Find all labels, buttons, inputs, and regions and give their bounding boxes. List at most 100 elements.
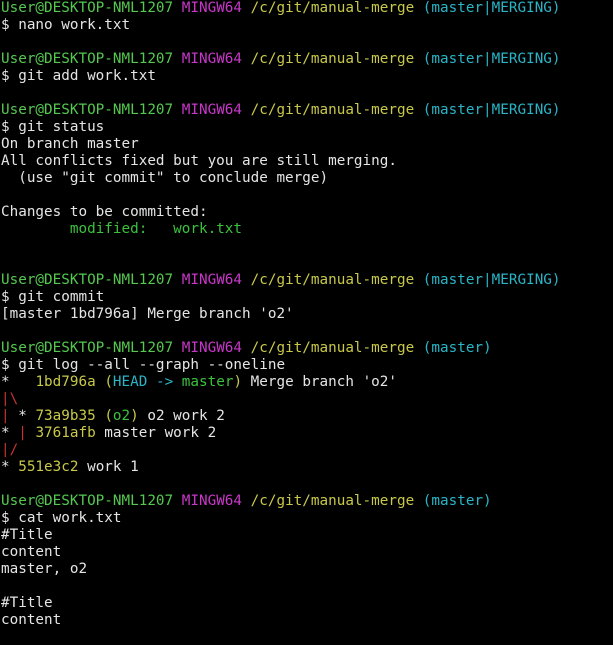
terminal-line: master, o2: [1, 561, 613, 578]
terminal-text: content: [1, 544, 62, 560]
terminal-text: Changes to be committed:: [1, 204, 208, 220]
terminal-text: work 1: [78, 459, 139, 475]
terminal-text: 3761afb: [35, 425, 96, 441]
terminal-text: $ git commit: [1, 289, 105, 305]
prompt-branch: (master): [422, 340, 492, 356]
terminal-text: 551e3c2: [18, 459, 79, 475]
terminal-text: $ git status: [1, 119, 105, 135]
prompt-branch: (master): [422, 493, 492, 509]
terminal-line: * 551e3c2 work 1: [1, 459, 613, 476]
prompt-user: User@DESKTOP-NML1207: [1, 493, 174, 509]
prompt-user: User@DESKTOP-NML1207: [1, 102, 174, 118]
terminal-line: (use "git commit" to conclude merge): [1, 170, 613, 187]
terminal-text: *: [1, 459, 19, 475]
terminal-line: User@DESKTOP-NML1207 MINGW64 /c/git/manu…: [1, 340, 613, 357]
terminal-text: Merge branch 'o2': [242, 374, 397, 390]
prompt-host: MINGW64: [181, 51, 243, 67]
terminal-text: (use "git commit" to conclude merge): [1, 170, 329, 186]
terminal-line: | * 73a9b35 (o2) o2 work 2: [1, 408, 613, 425]
prompt-branch: (master|MERGING): [422, 51, 561, 67]
terminal-text: ): [233, 374, 243, 390]
terminal-line: On branch master: [1, 136, 613, 153]
prompt-host: MINGW64: [181, 0, 243, 16]
prompt-path: /c/git/manual-merge: [250, 0, 415, 16]
terminal-text: $ git log --all --graph --oneline: [1, 357, 286, 373]
terminal-line: User@DESKTOP-NML1207 MINGW64 /c/git/manu…: [1, 102, 613, 119]
terminal-text: $ git add work.txt: [1, 68, 156, 84]
terminal-text: (: [104, 408, 113, 424]
terminal-line: |\: [1, 391, 613, 408]
terminal-line: modified: work.txt: [1, 221, 613, 238]
prompt-branch: (master|MERGING): [422, 0, 561, 16]
terminal-line: content: [1, 612, 613, 629]
terminal-text: 73a9b35: [35, 408, 96, 424]
prompt-path: /c/git/manual-merge: [250, 493, 415, 509]
terminal-line: #Title: [1, 595, 613, 612]
terminal-line: $ git status: [1, 119, 613, 136]
terminal-text: *: [1, 374, 36, 390]
terminal-text: master: [181, 374, 234, 390]
terminal-line: $ git commit: [1, 289, 613, 306]
terminal-line: User@DESKTOP-NML1207 MINGW64 /c/git/manu…: [1, 51, 613, 68]
terminal-line: content: [1, 544, 613, 561]
terminal-text: o2 work 2: [138, 408, 225, 424]
prompt-path: /c/git/manual-merge: [250, 51, 415, 67]
terminal-text: #Title: [1, 527, 53, 543]
terminal-text: *: [1, 425, 19, 441]
terminal-text: On branch master: [1, 136, 139, 152]
prompt-path: /c/git/manual-merge: [250, 102, 415, 118]
terminal-line: User@DESKTOP-NML1207 MINGW64 /c/git/manu…: [1, 0, 613, 17]
terminal-text: |: [1, 408, 10, 424]
terminal-line: |/: [1, 442, 613, 459]
prompt-user: User@DESKTOP-NML1207: [1, 272, 174, 288]
terminal-line: Changes to be committed:: [1, 204, 613, 221]
terminal-text: |/: [1, 442, 19, 458]
prompt-host: MINGW64: [181, 340, 243, 356]
terminal-line: $ cat work.txt: [1, 510, 613, 527]
terminal-line: $ nano work.txt: [1, 17, 613, 34]
prompt-path: /c/git/manual-merge: [250, 340, 415, 356]
terminal-text: ): [130, 408, 139, 424]
terminal-line: User@DESKTOP-NML1207 MINGW64 /c/git/manu…: [1, 493, 613, 510]
terminal-line: All conflicts fixed but you are still me…: [1, 153, 613, 170]
prompt-user: User@DESKTOP-NML1207: [1, 340, 174, 356]
terminal-text: |: [18, 425, 27, 441]
terminal-line: $ git add work.txt: [1, 68, 613, 85]
prompt-path: /c/git/manual-merge: [250, 272, 415, 288]
terminal-text: [master 1bd796a] Merge branch 'o2': [1, 306, 294, 322]
prompt-host: MINGW64: [181, 272, 243, 288]
prompt-host: MINGW64: [181, 102, 243, 118]
terminal-text: content: [1, 612, 62, 628]
terminal-line: * | 3761afb master work 2: [1, 425, 613, 442]
terminal-text: (: [104, 374, 113, 390]
terminal-text: master work 2: [95, 425, 217, 441]
terminal-text: |\: [1, 391, 19, 407]
terminal-text: All conflicts fixed but you are still me…: [1, 153, 397, 169]
terminal-text: o2: [112, 408, 131, 424]
terminal-window[interactable]: User@DESKTOP-NML1207 MINGW64 /c/git/manu…: [0, 0, 613, 629]
terminal-line: $ git log --all --graph --oneline: [1, 357, 613, 374]
terminal-line: User@DESKTOP-NML1207 MINGW64 /c/git/manu…: [1, 272, 613, 289]
prompt-branch: (master|MERGING): [422, 272, 561, 288]
prompt-user: User@DESKTOP-NML1207: [1, 51, 174, 67]
terminal-text: modified: work.txt: [69, 221, 243, 237]
terminal-text: #Title: [1, 595, 53, 611]
terminal-text: master, o2: [1, 561, 88, 577]
